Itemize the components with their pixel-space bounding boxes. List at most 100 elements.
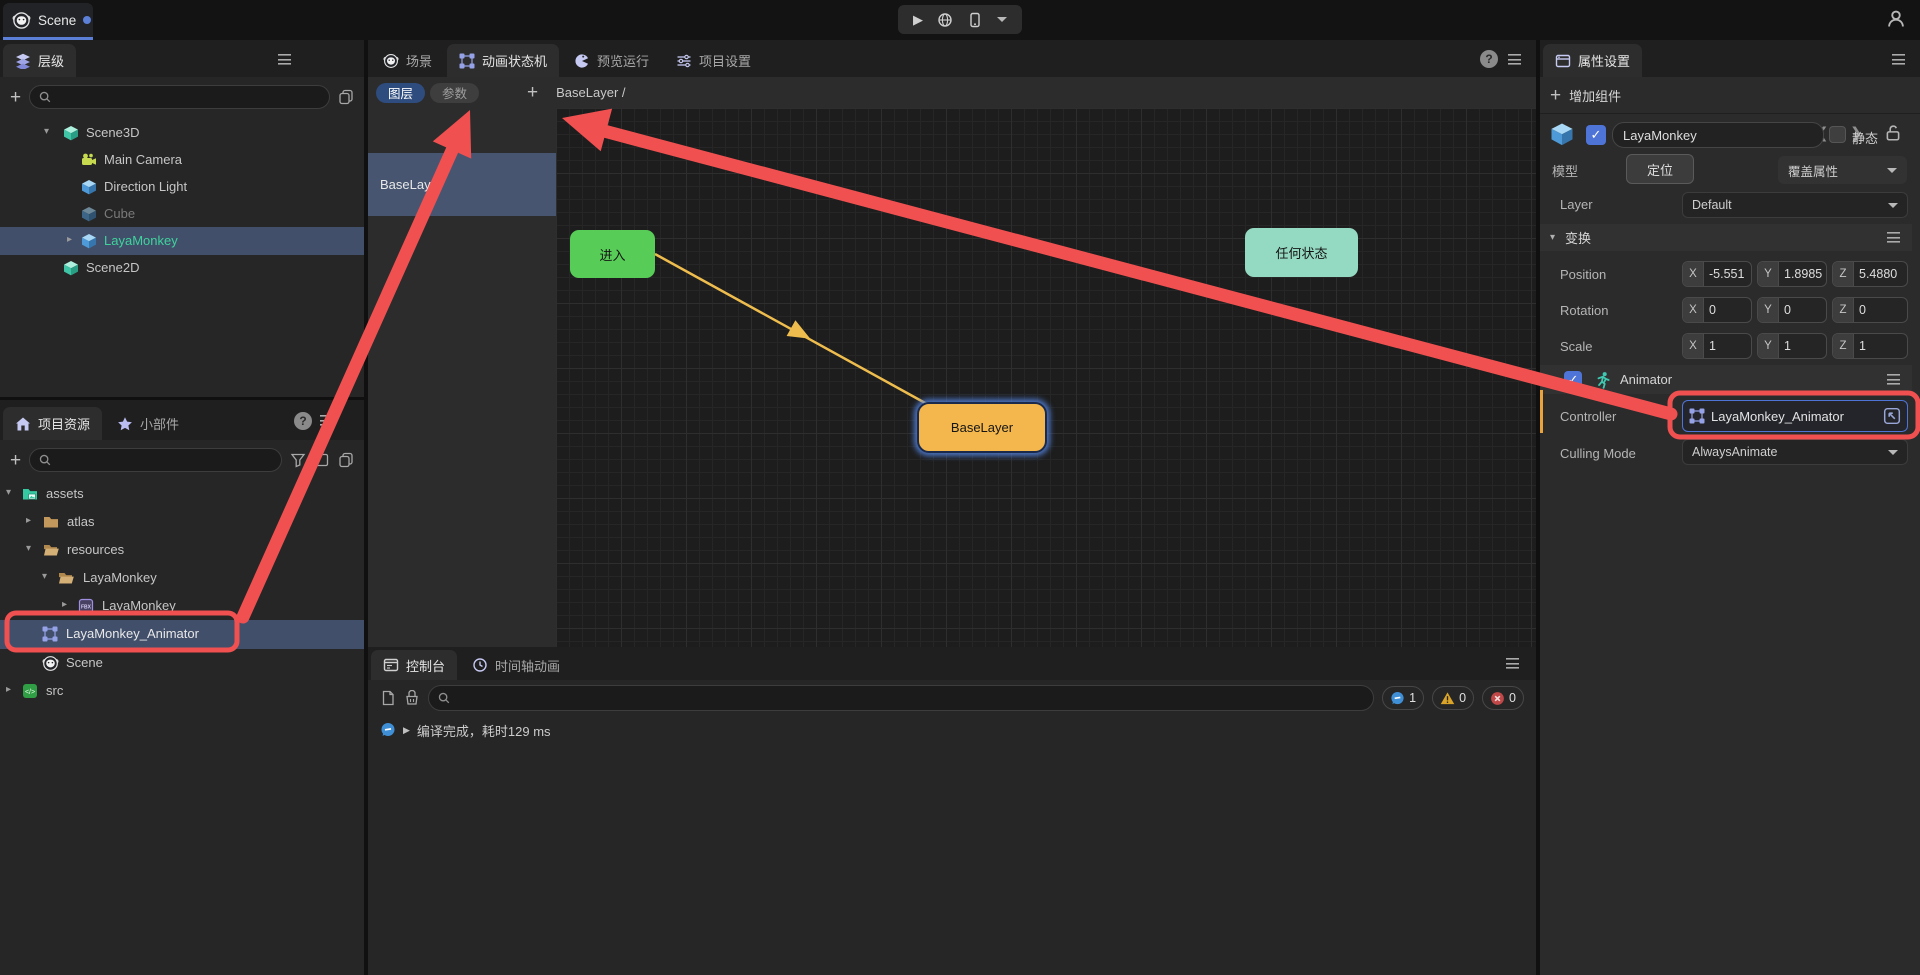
scale-x-field[interactable]: X 1 bbox=[1682, 333, 1752, 359]
document-tab-scene[interactable]: Scene bbox=[3, 3, 93, 40]
locate-button[interactable]: 定位 bbox=[1626, 154, 1694, 184]
hierarchy-menu-icon[interactable] bbox=[278, 54, 291, 65]
console-log-row[interactable]: ▶ 编译完成，耗时129 ms bbox=[368, 717, 1536, 743]
tree-item-resources[interactable]: ▾ resources bbox=[0, 536, 364, 564]
tree-item-label: Cube bbox=[104, 206, 135, 221]
position-y-field[interactable]: Y 1.8985 bbox=[1757, 261, 1827, 287]
rotation-x-field[interactable]: X 0 bbox=[1682, 297, 1752, 323]
rotation-z-field[interactable]: Z 0 bbox=[1832, 297, 1908, 323]
expand-arrow-icon[interactable]: ▸ bbox=[62, 599, 67, 610]
animator-enabled-checkbox[interactable]: ✓ bbox=[1564, 371, 1582, 389]
rotation-y-field[interactable]: Y 0 bbox=[1757, 297, 1827, 323]
layer-list-item-baselayer[interactable]: BaseLayer bbox=[368, 153, 556, 216]
tab-label: 场景 bbox=[406, 51, 432, 70]
tab-scene-view[interactable]: 场景 bbox=[371, 44, 444, 77]
position-z-value: 5.4880 bbox=[1854, 267, 1897, 281]
inspector-menu-icon[interactable] bbox=[1892, 54, 1905, 65]
breadcrumb[interactable]: BaseLayer / bbox=[556, 85, 625, 100]
help-icon[interactable]: ? bbox=[1480, 50, 1498, 68]
project-menu-icon[interactable] bbox=[320, 415, 333, 426]
state-node-baselayer[interactable]: BaseLayer bbox=[917, 402, 1047, 453]
state-node-entry[interactable]: 进入 bbox=[570, 230, 655, 278]
controller-field[interactable]: LayaMonkey_Animator bbox=[1682, 400, 1908, 432]
tree-item-scene2d[interactable]: Scene2D bbox=[0, 254, 364, 282]
position-x-field[interactable]: X -5.551 bbox=[1682, 261, 1752, 287]
copy-log-icon[interactable] bbox=[380, 690, 396, 706]
animator-section-header[interactable]: ✓ Animator bbox=[1540, 365, 1912, 394]
account-icon[interactable] bbox=[1886, 9, 1906, 29]
log-expand-arrow[interactable]: ▶ bbox=[403, 725, 410, 736]
tree-item-scene3d[interactable]: ▾ Scene3D bbox=[0, 119, 364, 147]
tree-item-atlas[interactable]: ▸ atlas bbox=[0, 508, 364, 536]
tree-item-layamonkey-fbx[interactable]: ▸ LayaMonkey bbox=[0, 592, 364, 620]
transform-menu-icon[interactable] bbox=[1887, 232, 1900, 243]
state-node-any-state[interactable]: 任何状态 bbox=[1245, 228, 1358, 277]
lock-icon[interactable] bbox=[1884, 124, 1902, 142]
add-component-button[interactable]: 增加组件 bbox=[1569, 86, 1621, 105]
override-dropdown[interactable]: 覆盖属性 bbox=[1778, 156, 1907, 184]
tree-item-layamonkey-folder[interactable]: ▾ LayaMonkey bbox=[0, 564, 364, 592]
collapse-all-icon[interactable] bbox=[338, 452, 354, 468]
collapse-arrow-icon[interactable]: ▾ bbox=[1550, 232, 1555, 243]
expand-arrow-icon[interactable]: ▸ bbox=[26, 515, 31, 526]
tree-item-direction-light[interactable]: Direction Light bbox=[0, 173, 364, 201]
tree-item-layamonkey-animator[interactable]: LayaMonkey_Animator bbox=[0, 620, 364, 649]
hierarchy-search-input[interactable] bbox=[29, 85, 330, 109]
params-tab-button[interactable]: 参数 bbox=[430, 83, 479, 103]
tab-timeline-animation[interactable]: 时间轴动画 bbox=[460, 650, 572, 680]
expand-arrow-icon[interactable]: ▾ bbox=[44, 126, 49, 137]
star-icon bbox=[117, 416, 133, 432]
editor-menu-icon[interactable] bbox=[1508, 54, 1521, 65]
clear-log-icon[interactable] bbox=[404, 690, 420, 706]
tree-item-scene-asset[interactable]: Scene bbox=[0, 649, 364, 677]
tab-project-settings[interactable]: 项目设置 bbox=[664, 44, 763, 77]
tab-preview-run[interactable]: 预览运行 bbox=[562, 44, 661, 77]
scale-y-field[interactable]: Y 1 bbox=[1757, 333, 1827, 359]
help-icon[interactable]: ? bbox=[294, 412, 312, 430]
add-layer-button[interactable]: + bbox=[527, 83, 538, 102]
tab-animation-state-machine[interactable]: 动画状态机 bbox=[447, 44, 559, 77]
error-count-badge[interactable]: 0 bbox=[1482, 686, 1524, 710]
tab-widgets[interactable]: 小部件 bbox=[105, 407, 191, 440]
animator-menu-icon[interactable] bbox=[1887, 374, 1900, 385]
tree-item-layamonkey[interactable]: ▸ LayaMonkey bbox=[0, 227, 364, 255]
project-add-button[interactable]: + bbox=[10, 451, 21, 470]
layer-dropdown[interactable]: Default bbox=[1682, 192, 1908, 218]
play-icon[interactable]: ▶ bbox=[913, 12, 923, 28]
tab-properties[interactable]: 属性设置 bbox=[1543, 44, 1642, 77]
tree-item-main-camera[interactable]: Main Camera bbox=[0, 146, 364, 174]
hierarchy-add-button[interactable]: + bbox=[10, 88, 21, 107]
tree-item-cube[interactable]: Cube bbox=[0, 200, 364, 228]
name-input[interactable]: LayaMonkey bbox=[1612, 122, 1824, 148]
culling-mode-dropdown[interactable]: AlwaysAnimate bbox=[1682, 439, 1908, 465]
scale-z-field[interactable]: Z 1 bbox=[1832, 333, 1908, 359]
expand-arrow-icon[interactable]: ▸ bbox=[67, 234, 72, 245]
expand-arrow-icon[interactable]: ▾ bbox=[26, 543, 31, 554]
layers-tab-button[interactable]: 图层 bbox=[376, 83, 425, 103]
mobile-run-icon[interactable] bbox=[967, 12, 983, 28]
info-count-badge[interactable]: 1 bbox=[1382, 686, 1424, 710]
warning-count-badge[interactable]: 0 bbox=[1432, 686, 1474, 710]
static-checkbox[interactable] bbox=[1829, 126, 1846, 143]
browser-run-icon[interactable] bbox=[937, 12, 953, 28]
console-search-input[interactable] bbox=[428, 685, 1374, 711]
console-menu-icon[interactable] bbox=[1506, 658, 1519, 669]
state-machine-canvas[interactable]: 进入 任何状态 BaseLayer bbox=[556, 108, 1536, 647]
position-z-field[interactable]: Z 5.4880 bbox=[1832, 261, 1908, 287]
tab-project-resources[interactable]: 项目资源 bbox=[3, 407, 102, 440]
expand-arrow-icon[interactable]: ▸ bbox=[6, 684, 11, 695]
active-checkbox[interactable]: ✓ bbox=[1586, 125, 1606, 145]
locate-asset-icon[interactable] bbox=[1883, 407, 1901, 425]
tree-item-assets[interactable]: ▾ assets bbox=[0, 480, 364, 508]
tree-item-src[interactable]: ▸ src bbox=[0, 677, 364, 705]
filter-icon[interactable] bbox=[290, 452, 306, 468]
tab-hierarchy[interactable]: 层级 bbox=[3, 44, 76, 77]
run-options-caret[interactable] bbox=[997, 17, 1007, 27]
transform-section-header[interactable]: ▾ 变换 bbox=[1540, 224, 1912, 251]
project-search-input[interactable] bbox=[29, 448, 282, 472]
collapse-all-icon[interactable] bbox=[338, 89, 354, 105]
view-mode-icon[interactable] bbox=[314, 452, 330, 468]
expand-arrow-icon[interactable]: ▾ bbox=[6, 487, 11, 498]
expand-arrow-icon[interactable]: ▾ bbox=[42, 571, 47, 582]
tab-console[interactable]: 控制台 bbox=[371, 650, 457, 680]
